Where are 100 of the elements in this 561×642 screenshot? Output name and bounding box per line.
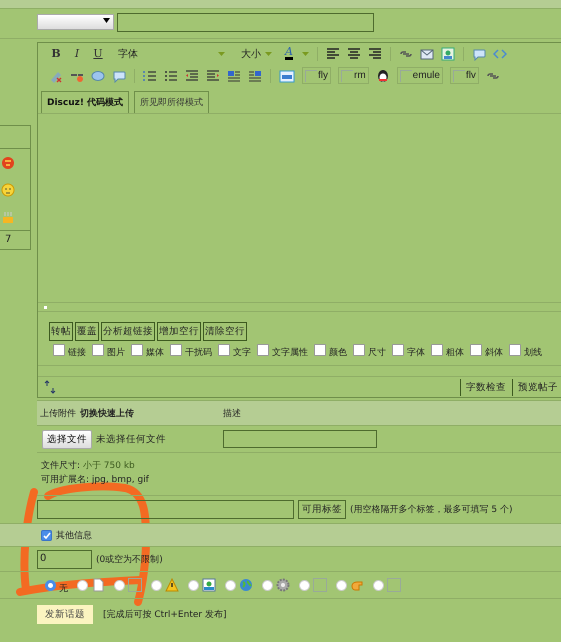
penguin-icon[interactable]: [376, 68, 390, 83]
filter-checkbox[interactable]: [92, 344, 104, 356]
description-field[interactable]: [223, 430, 377, 448]
mode-tab[interactable]: 所见即所得模式: [134, 90, 210, 113]
limit-field[interactable]: 0: [37, 550, 92, 568]
action-button[interactable]: 分析超链接: [101, 322, 155, 342]
filter-label: 字体: [407, 346, 425, 360]
type-dropdown[interactable]: [37, 14, 114, 30]
angry-smiley-icon[interactable]: [1, 156, 15, 170]
other-info-label: 其他信息: [56, 530, 92, 542]
action-button[interactable]: 转帖: [49, 322, 73, 342]
broken-image-icon: [313, 578, 327, 592]
checkmark-icon: [42, 532, 50, 538]
filter-label: 干扰码: [185, 346, 212, 360]
up-down-arrows-icon[interactable]: [44, 380, 56, 394]
footer-button[interactable]: 预览帖子: [512, 378, 561, 396]
footer-button[interactable]: 字数检查: [460, 378, 509, 396]
post-topic-button[interactable]: 发新话题: [37, 605, 93, 624]
filter-checkbox[interactable]: [170, 344, 182, 356]
media-button[interactable]: emule: [396, 67, 443, 84]
filter-label: 图片: [107, 346, 125, 360]
icon-radio[interactable]: [299, 580, 310, 590]
image-icon[interactable]: [440, 46, 455, 61]
filter-label: 斜体: [485, 346, 503, 360]
filter-checkbox[interactable]: [257, 344, 269, 356]
filter-checkbox[interactable]: [470, 344, 482, 356]
format-button[interactable]: I: [70, 47, 84, 60]
filter-checkbox[interactable]: [314, 344, 326, 356]
resize-grip-icon[interactable]: [44, 306, 47, 309]
file-status: 未选择任何文件: [96, 432, 167, 446]
size-value: 小于 750 kb: [82, 461, 135, 471]
limit-hint: (0或空为不限制): [96, 554, 163, 566]
format-button[interactable]: U: [91, 47, 105, 60]
tags-hint: (用空格隔开多个标签，最多可填写 5 个): [350, 504, 512, 516]
action-button[interactable]: 增加空行: [157, 322, 201, 342]
icon-radio[interactable]: [373, 580, 384, 590]
code-icon[interactable]: [492, 46, 507, 61]
email-icon[interactable]: [420, 46, 434, 61]
quick-upload-link[interactable]: 切换快速上传: [80, 406, 134, 420]
submit-hint: [完成后可按 Ctrl+Enter 发布]: [103, 608, 226, 621]
quote-icon[interactable]: [472, 46, 486, 61]
media-button[interactable]: rm: [338, 67, 369, 84]
filter-checkbox[interactable]: [218, 344, 230, 356]
filter-checkbox[interactable]: [53, 344, 65, 356]
align-left-icon[interactable]: [326, 46, 340, 61]
align-center-icon[interactable]: [346, 46, 361, 61]
other-info-checkbox[interactable]: [41, 530, 52, 540]
smiley-icon[interactable]: [1, 182, 15, 196]
media-button[interactable]: flv: [450, 67, 479, 84]
icon-radio[interactable]: [336, 580, 347, 590]
float-right-icon[interactable]: [248, 68, 262, 83]
icon-radio[interactable]: [45, 580, 56, 590]
page-number[interactable]: 7: [0, 230, 30, 249]
action-button[interactable]: 覆盖: [75, 322, 99, 342]
icon-radio[interactable]: [188, 580, 199, 590]
no-icon-label: 无: [59, 582, 68, 594]
bullet-list-icon[interactable]: [164, 68, 178, 83]
free-badge-icon[interactable]: [279, 68, 295, 83]
filter-label: 链接: [68, 346, 86, 360]
size-label: 文件尺寸:: [41, 461, 80, 471]
filter-checkbox[interactable]: [353, 344, 365, 356]
icon-radio[interactable]: [151, 580, 162, 590]
media-button[interactable]: fly: [302, 67, 331, 84]
globe-icon: [239, 578, 253, 592]
picture-icon: [202, 578, 216, 592]
mode-tab[interactable]: Discuz! 代码模式: [41, 90, 130, 113]
page-icon: [91, 578, 105, 592]
choose-file-button[interactable]: 选择文件: [42, 430, 92, 448]
caret-icon: [302, 52, 309, 56]
filter-label: 划线: [524, 346, 542, 360]
indent-icon[interactable]: [206, 68, 220, 83]
filter-checkbox[interactable]: [431, 344, 443, 356]
column-header: 描述: [223, 408, 241, 420]
filter-label: 颜色: [329, 346, 347, 360]
filter-checkbox[interactable]: [509, 344, 521, 356]
action-button[interactable]: 清除空行: [203, 322, 247, 342]
format-button[interactable]: B: [49, 47, 63, 60]
tags-field[interactable]: [37, 500, 294, 519]
float-left-icon[interactable]: [227, 68, 241, 83]
align-right-icon[interactable]: [368, 46, 382, 61]
speech-bubble-icon[interactable]: [91, 68, 105, 83]
numbered-list-icon[interactable]: [143, 68, 157, 83]
filter-checkbox[interactable]: [392, 344, 404, 356]
outdent-icon[interactable]: [185, 68, 199, 83]
icon-radio[interactable]: [262, 580, 273, 590]
caret-icon: [265, 52, 272, 56]
font-dropdown[interactable]: 字体: [118, 46, 225, 61]
size-dropdown[interactable]: 大小: [241, 46, 272, 61]
icon-radio[interactable]: [225, 580, 236, 590]
caret-icon: [218, 52, 225, 56]
broken-image-icon: [452, 70, 465, 82]
broken-image-icon: [305, 70, 317, 82]
subject-field[interactable]: [117, 13, 374, 32]
filter-checkbox[interactable]: [131, 344, 143, 356]
gear-icon: [276, 578, 290, 592]
filter-label: 尺寸: [368, 346, 386, 360]
quote-icon[interactable]: [112, 68, 126, 83]
broken-image-icon: [387, 578, 401, 592]
available-tags-button[interactable]: 可用标签: [298, 500, 346, 519]
filter-label: 文字: [233, 346, 251, 360]
